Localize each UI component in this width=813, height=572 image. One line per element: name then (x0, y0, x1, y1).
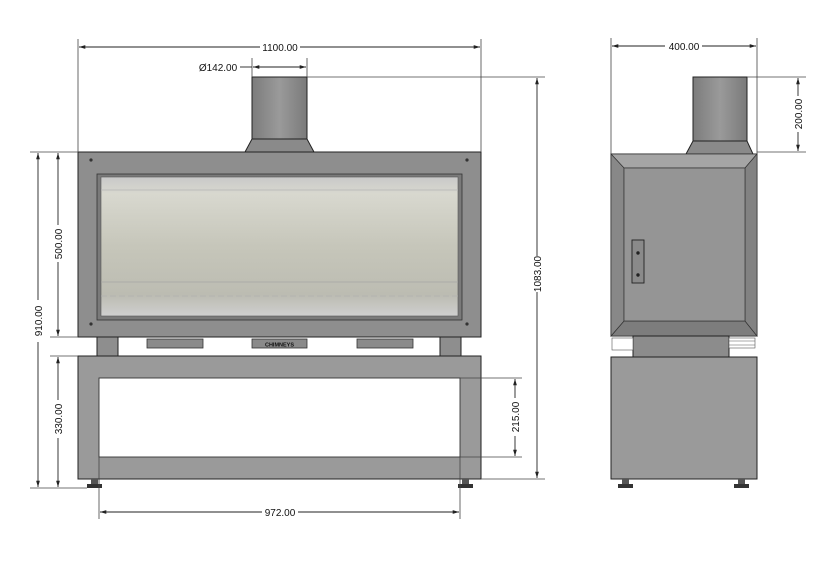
foot-left (87, 479, 102, 488)
side-connector (632, 335, 730, 358)
side-foot-right (734, 479, 749, 488)
technical-drawing: CHIMNEYS 1100.00 Ø142.00 1083.00 910.00 … (30, 38, 806, 519)
dim-stand-inner-width: 972.00 (265, 508, 296, 519)
dim-firebox-height: 910.00 (34, 305, 45, 336)
side-foot-left (618, 479, 633, 488)
dim-flue-height: 200.00 (794, 98, 805, 129)
brand-plate-label: CHIMNEYS (265, 343, 294, 349)
side-stand (610, 356, 758, 480)
vent-right (356, 338, 414, 349)
glass-panel (100, 176, 459, 317)
dim-stand-height: 330.00 (54, 403, 65, 434)
dim-total-height: 1083.00 (533, 255, 544, 292)
front-view: CHIMNEYS (77, 76, 482, 488)
dim-total-width: 1100.00 (262, 43, 298, 54)
stand-opening (98, 377, 461, 458)
dim-flue-diameter: Ø142.00 (199, 63, 238, 74)
support-left (96, 336, 119, 357)
dim-glass-height: 500.00 (54, 228, 65, 259)
dim-depth: 400.00 (669, 42, 700, 53)
support-right (439, 336, 462, 357)
flue-collar-side (685, 140, 754, 155)
vent-left (146, 338, 204, 349)
flue-collar-front (244, 138, 315, 153)
flue-pipe-front (251, 76, 308, 140)
side-view (610, 76, 758, 488)
flue-pipe-side (692, 76, 748, 142)
dim-stand-opening: 215.00 (511, 401, 522, 432)
